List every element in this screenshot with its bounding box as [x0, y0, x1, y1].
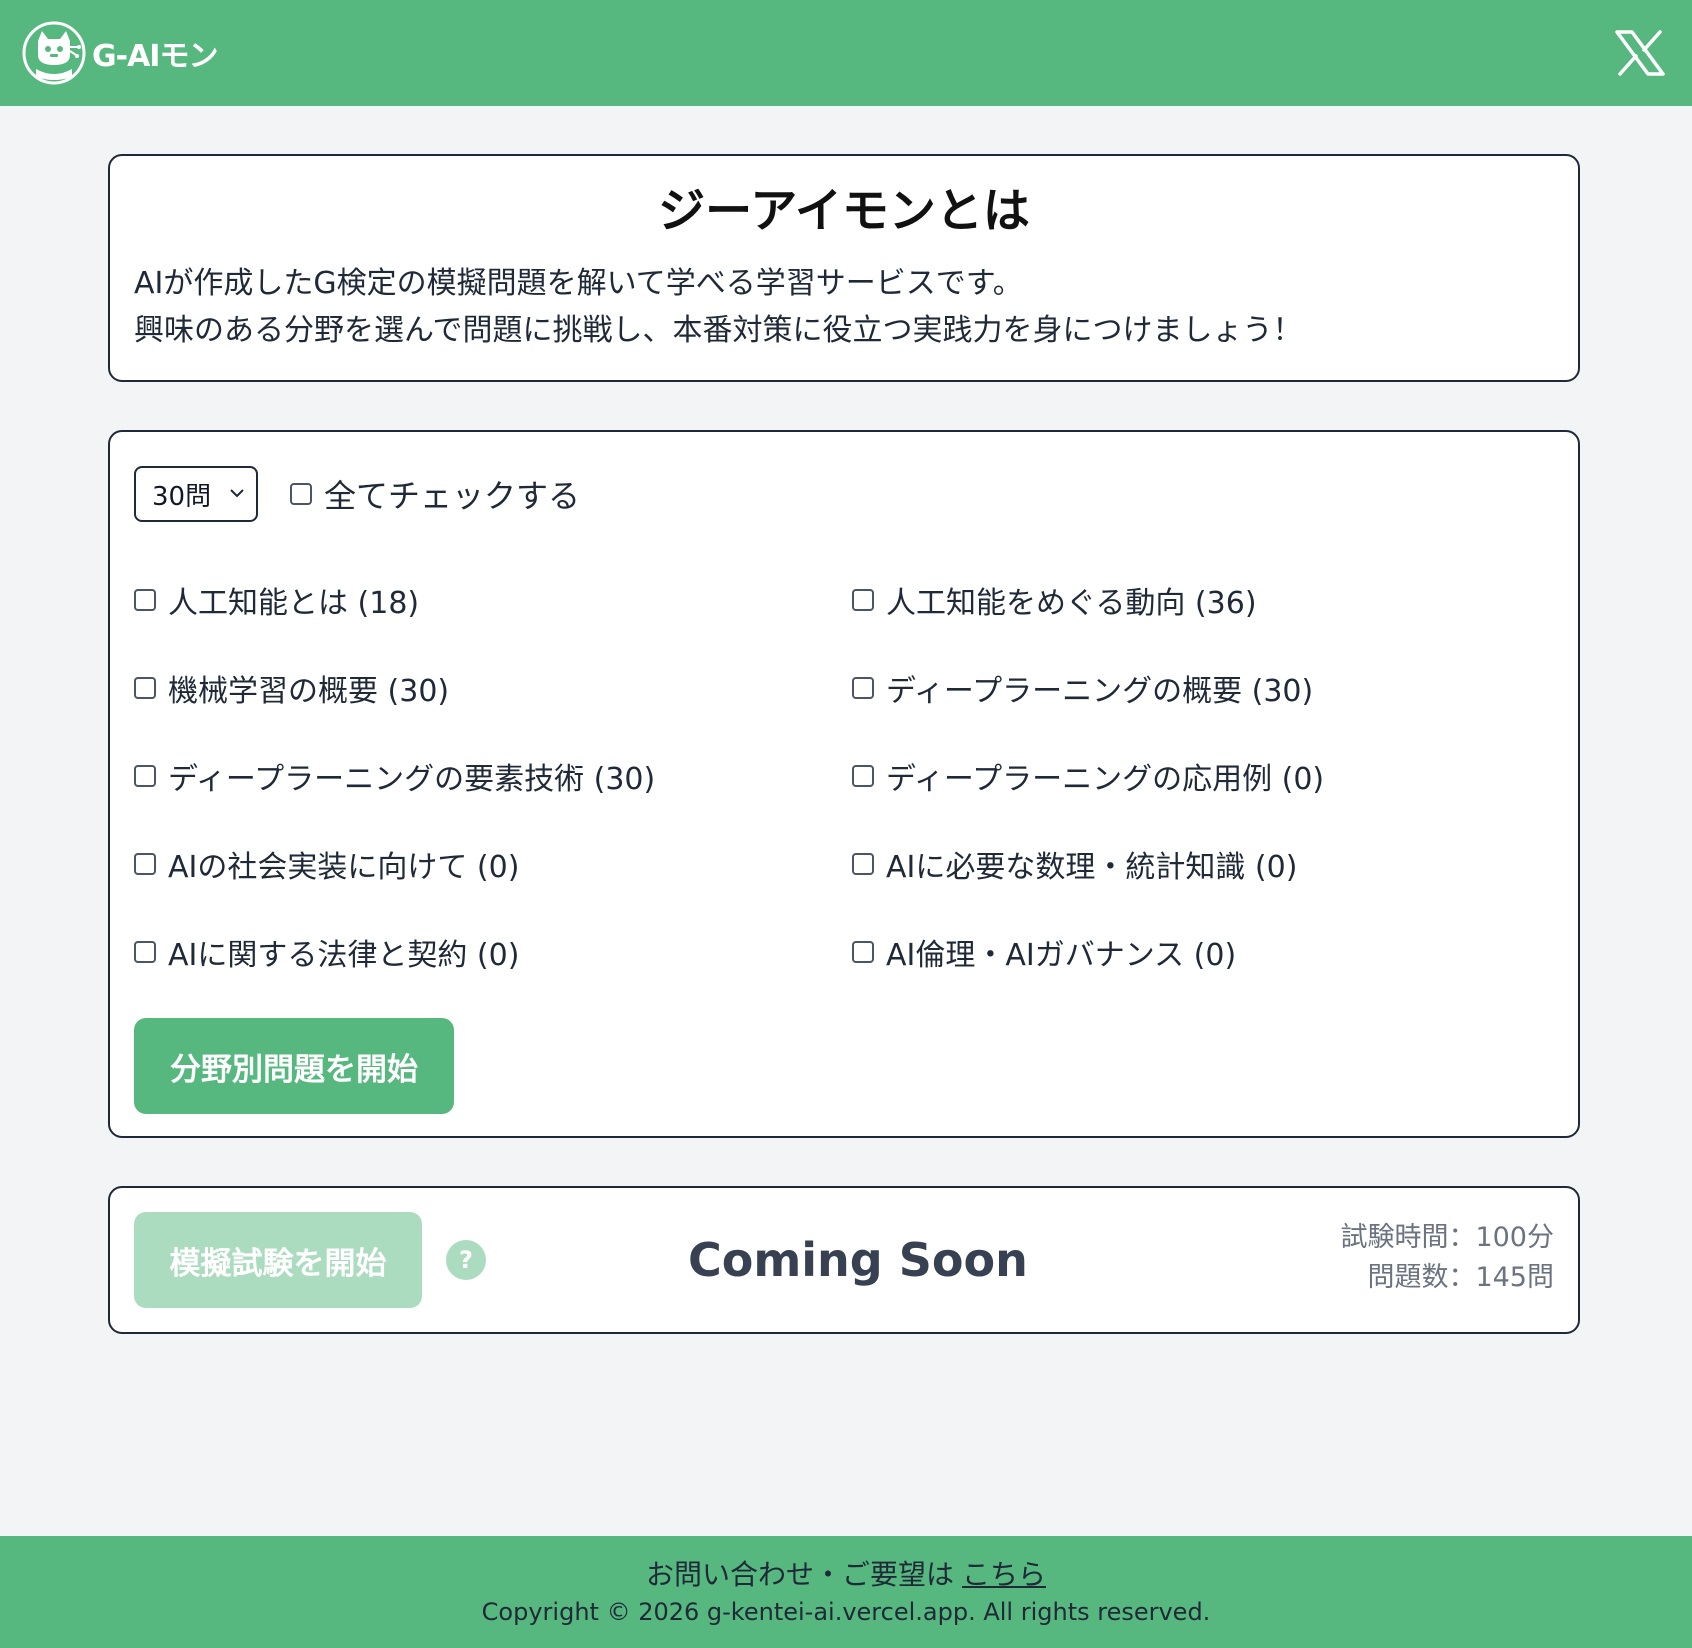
contact-line: お問い合わせ・ご要望は こちら: [0, 1556, 1692, 1594]
coming-soon-label: Coming Soon: [688, 1233, 1028, 1287]
topic-label: ディープラーニングの応用例 (0): [886, 762, 1325, 797]
topic-checkbox[interactable]: [134, 589, 156, 611]
topic-label: 人工知能をめぐる動向 (36): [886, 586, 1257, 621]
topic-checkbox[interactable]: [134, 765, 156, 787]
x-logo-icon: [1615, 30, 1665, 76]
question-count-value: 30問: [152, 481, 212, 512]
exam-question-count: 問題数：145問: [1367, 1262, 1554, 1293]
check-all-option[interactable]: 全てチェックする: [290, 471, 580, 517]
topic-checkbox[interactable]: [852, 853, 874, 875]
contact-text: お問い合わせ・ご要望は: [645, 1558, 954, 1591]
cat-robot-logo-icon: [22, 21, 86, 85]
topic-checkbox[interactable]: [134, 677, 156, 699]
start-mock-exam-button: 模擬試験を開始: [134, 1212, 422, 1308]
topic-checkbox[interactable]: [852, 941, 874, 963]
topic-label: AI倫理・AIガバナンス (0): [886, 938, 1237, 973]
topic-label: ディープラーニングの概要 (30): [886, 674, 1314, 709]
app-footer: お問い合わせ・ご要望は こちら Copyright © 2026 g-kentei…: [0, 1536, 1692, 1648]
topic-label: AIの社会実装に向けて (0): [168, 850, 520, 885]
help-icon[interactable]: ?: [446, 1240, 486, 1280]
exam-time: 試験時間：100分: [1340, 1222, 1554, 1253]
app-header: G-AIモン: [0, 0, 1692, 106]
topic-option[interactable]: AI倫理・AIガバナンス (0): [852, 908, 1552, 996]
topic-option[interactable]: ディープラーニングの概要 (30): [852, 644, 1552, 732]
topic-option[interactable]: 人工知能をめぐる動向 (36): [852, 556, 1552, 644]
topic-label: 人工知能とは (18): [168, 586, 420, 621]
topic-checkbox[interactable]: [852, 765, 874, 787]
intro-title: ジーアイモンとは: [658, 184, 1030, 239]
topic-label: AIに必要な数理・統計知識 (0): [886, 850, 1298, 885]
topic-checkbox[interactable]: [134, 941, 156, 963]
topic-grid: 人工知能とは (18) 人工知能をめぐる動向 (36) 機械学習の概要 (30)…: [134, 556, 1554, 996]
topic-selection-card: 30問 全てチェックする 人工知能とは (18) 人工知能をめぐる動向 (36)…: [108, 430, 1580, 1138]
start-topic-quiz-button[interactable]: 分野別問題を開始: [134, 1018, 454, 1114]
x-social-link[interactable]: [1614, 27, 1666, 79]
topic-option[interactable]: AIの社会実装に向けて (0): [134, 820, 852, 908]
intro-description-line-2: 興味のある分野を選んで問題に挑戦し、本番対策に役立つ実践力を身につけましょう！: [134, 313, 1303, 348]
question-count-select[interactable]: 30問: [134, 466, 258, 522]
topic-option[interactable]: AIに関する法律と契約 (0): [134, 908, 852, 996]
topic-controls: 30問 全てチェックする: [134, 466, 580, 522]
topic-checkbox[interactable]: [134, 853, 156, 875]
topic-option[interactable]: ディープラーニングの応用例 (0): [852, 732, 1552, 820]
copyright-text: Copyright © 2026 g-kentei-ai.vercel.app.…: [481, 1598, 1211, 1626]
logo-text: G-AIモン: [92, 39, 218, 74]
topic-option[interactable]: 人工知能とは (18): [134, 556, 852, 644]
check-all-label: 全てチェックする: [324, 477, 581, 515]
topic-label: AIに関する法律と契約 (0): [168, 938, 520, 973]
topic-option[interactable]: AIに必要な数理・統計知識 (0): [852, 820, 1552, 908]
contact-link[interactable]: こちら: [962, 1558, 1046, 1591]
exam-info: 試験時間：100分 問題数：145問: [1340, 1218, 1554, 1298]
intro-card: ジーアイモンとは AIが作成したG検定の模擬問題を解いて学べる学習サービスです。…: [108, 154, 1580, 382]
topic-checkbox[interactable]: [852, 677, 874, 699]
site-logo[interactable]: G-AIモン: [22, 21, 218, 85]
topic-option[interactable]: ディープラーニングの要素技術 (30): [134, 732, 852, 820]
intro-description-line-1: AIが作成したG検定の模擬問題を解いて学べる学習サービスです。: [134, 266, 1023, 301]
check-all-checkbox[interactable]: [290, 483, 312, 505]
chevron-down-icon: [230, 489, 244, 498]
topic-label: ディープラーニングの要素技術 (30): [168, 762, 656, 797]
topic-label: 機械学習の概要 (30): [168, 674, 450, 709]
topic-checkbox[interactable]: [852, 589, 874, 611]
topic-option[interactable]: 機械学習の概要 (30): [134, 644, 852, 732]
mock-exam-card: 模擬試験を開始 ? Coming Soon 試験時間：100分 問題数：145問: [108, 1186, 1580, 1334]
